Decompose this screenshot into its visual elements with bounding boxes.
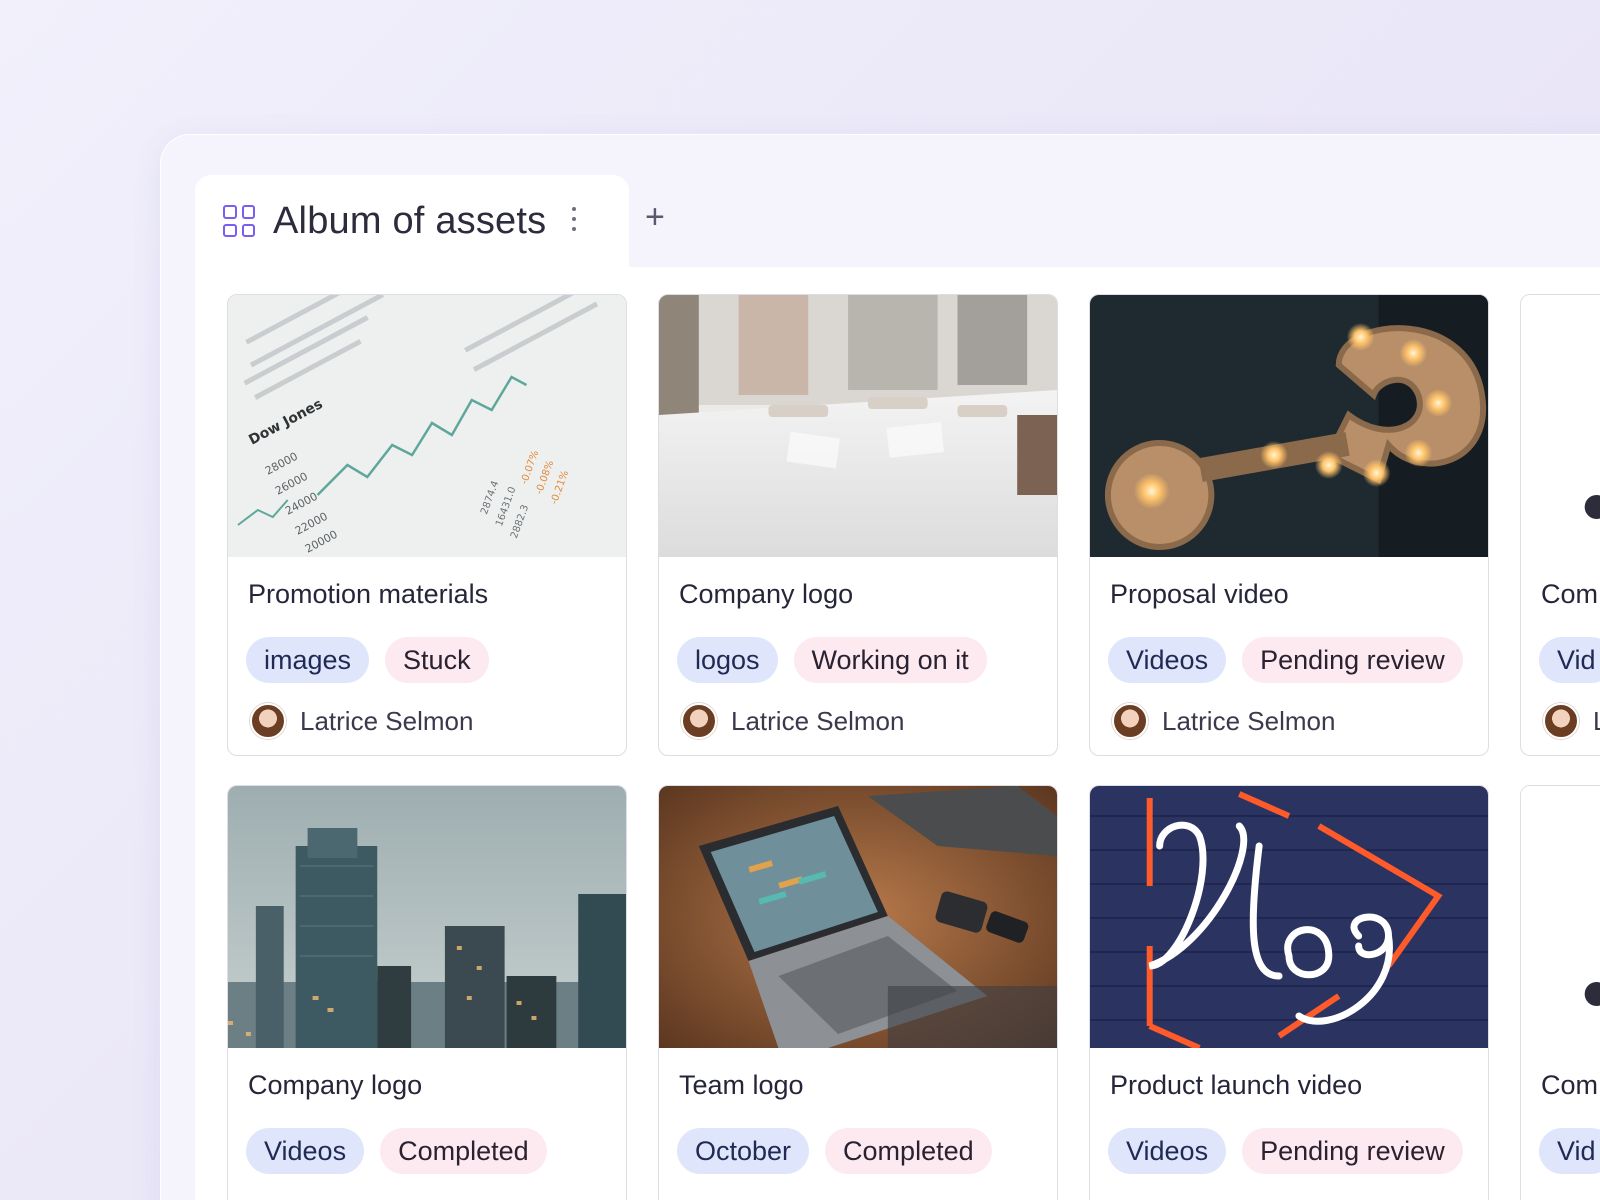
category-tag[interactable]: images bbox=[246, 637, 370, 683]
thumbnail-image bbox=[1521, 295, 1600, 557]
owner-name: L bbox=[1593, 706, 1600, 737]
thumbnail-image: Dow Jones 28000 26000 24000 22000 20000 … bbox=[228, 295, 626, 557]
card-title: Proposal video bbox=[1110, 579, 1289, 609]
asset-card[interactable]: Company logo Videos Completed bbox=[227, 785, 627, 1200]
card-title: Com bbox=[1541, 1070, 1599, 1100]
asset-card[interactable]: Proposal video Videos Pending review Lat… bbox=[1089, 294, 1489, 756]
card-tags: October Completed bbox=[677, 1128, 992, 1174]
status-tag[interactable]: Working on it bbox=[793, 637, 987, 683]
asset-card[interactable]: Dow Jones 28000 26000 24000 22000 20000 … bbox=[227, 294, 627, 756]
category-tag[interactable]: Videos bbox=[1108, 637, 1227, 683]
avatar[interactable] bbox=[250, 703, 286, 739]
status-tag[interactable]: Stuck bbox=[385, 637, 489, 683]
status-tag[interactable]: Pending review bbox=[1242, 637, 1463, 683]
card-title: Company logo bbox=[679, 579, 854, 609]
owner-name: Latrice Selmon bbox=[1162, 705, 1336, 736]
kebab-icon[interactable] bbox=[570, 207, 578, 231]
card-title: Team logo bbox=[679, 1070, 804, 1100]
thumbnail-image bbox=[1090, 295, 1488, 557]
asset-card[interactable]: Product launch video Videos Pending revi… bbox=[1089, 785, 1489, 1200]
status-tag[interactable]: Completed bbox=[380, 1128, 547, 1174]
grid-icon bbox=[223, 205, 255, 237]
card-tags: images Stuck bbox=[246, 637, 489, 683]
card-tags: Videos Completed bbox=[246, 1128, 547, 1174]
avatar[interactable] bbox=[1543, 703, 1579, 739]
tab-bar: Album of assets + bbox=[161, 135, 1600, 275]
avatar[interactable] bbox=[681, 703, 717, 739]
thumbnail-image bbox=[659, 786, 1057, 1048]
category-tag[interactable]: logos bbox=[677, 637, 778, 683]
category-tag[interactable]: Videos bbox=[1108, 1128, 1227, 1174]
status-tag[interactable]: Pending review bbox=[1242, 1128, 1463, 1174]
tab-album-of-assets[interactable]: Album of assets bbox=[195, 175, 629, 275]
asset-card[interactable]: Com Vid bbox=[1520, 785, 1600, 1200]
card-owner: Latrice Selmon bbox=[1112, 703, 1335, 739]
avatar[interactable] bbox=[1112, 703, 1148, 739]
card-title: Promotion materials bbox=[248, 579, 489, 609]
card-title: Com bbox=[1541, 579, 1599, 609]
category-tag[interactable]: Videos bbox=[246, 1128, 365, 1174]
thumbnail-image bbox=[659, 295, 1057, 557]
category-tag[interactable]: Vid bbox=[1539, 637, 1600, 683]
thumbnail-image bbox=[1090, 786, 1488, 1048]
card-owner: Latrice Selmon bbox=[250, 703, 473, 739]
owner-name: Latrice Selmon bbox=[300, 705, 474, 736]
status-tag[interactable]: Completed bbox=[825, 1128, 992, 1174]
thumbnail-image bbox=[228, 786, 626, 1048]
card-owner: Latrice Selmon bbox=[681, 703, 904, 739]
board-window: Album of assets + Dow Jones 28000 26000 … bbox=[160, 134, 1600, 1200]
card-title: Company logo bbox=[248, 1070, 423, 1100]
tab-title: Album of assets bbox=[273, 200, 547, 242]
card-tags: Vid bbox=[1539, 1128, 1600, 1174]
thumbnail-image bbox=[1521, 786, 1600, 1048]
card-tags: Videos Pending review bbox=[1108, 637, 1463, 683]
asset-card[interactable]: Team logo October Completed bbox=[658, 785, 1058, 1200]
card-title: Product launch video bbox=[1110, 1070, 1363, 1100]
category-tag[interactable]: Vid bbox=[1539, 1128, 1600, 1174]
asset-card[interactable]: Com Vid L bbox=[1520, 294, 1600, 756]
card-tags: Vid bbox=[1539, 637, 1600, 683]
card-tags: logos Working on it bbox=[677, 637, 987, 683]
card-owner: L bbox=[1543, 703, 1600, 739]
owner-name: Latrice Selmon bbox=[731, 705, 905, 736]
asset-card[interactable]: Company logo logos Working on it Latrice… bbox=[658, 294, 1058, 756]
card-tags: Videos Pending review bbox=[1108, 1128, 1463, 1174]
cards-grid: Dow Jones 28000 26000 24000 22000 20000 … bbox=[195, 267, 1600, 1200]
category-tag[interactable]: October bbox=[677, 1128, 810, 1174]
add-tab-button[interactable]: + bbox=[645, 197, 665, 237]
